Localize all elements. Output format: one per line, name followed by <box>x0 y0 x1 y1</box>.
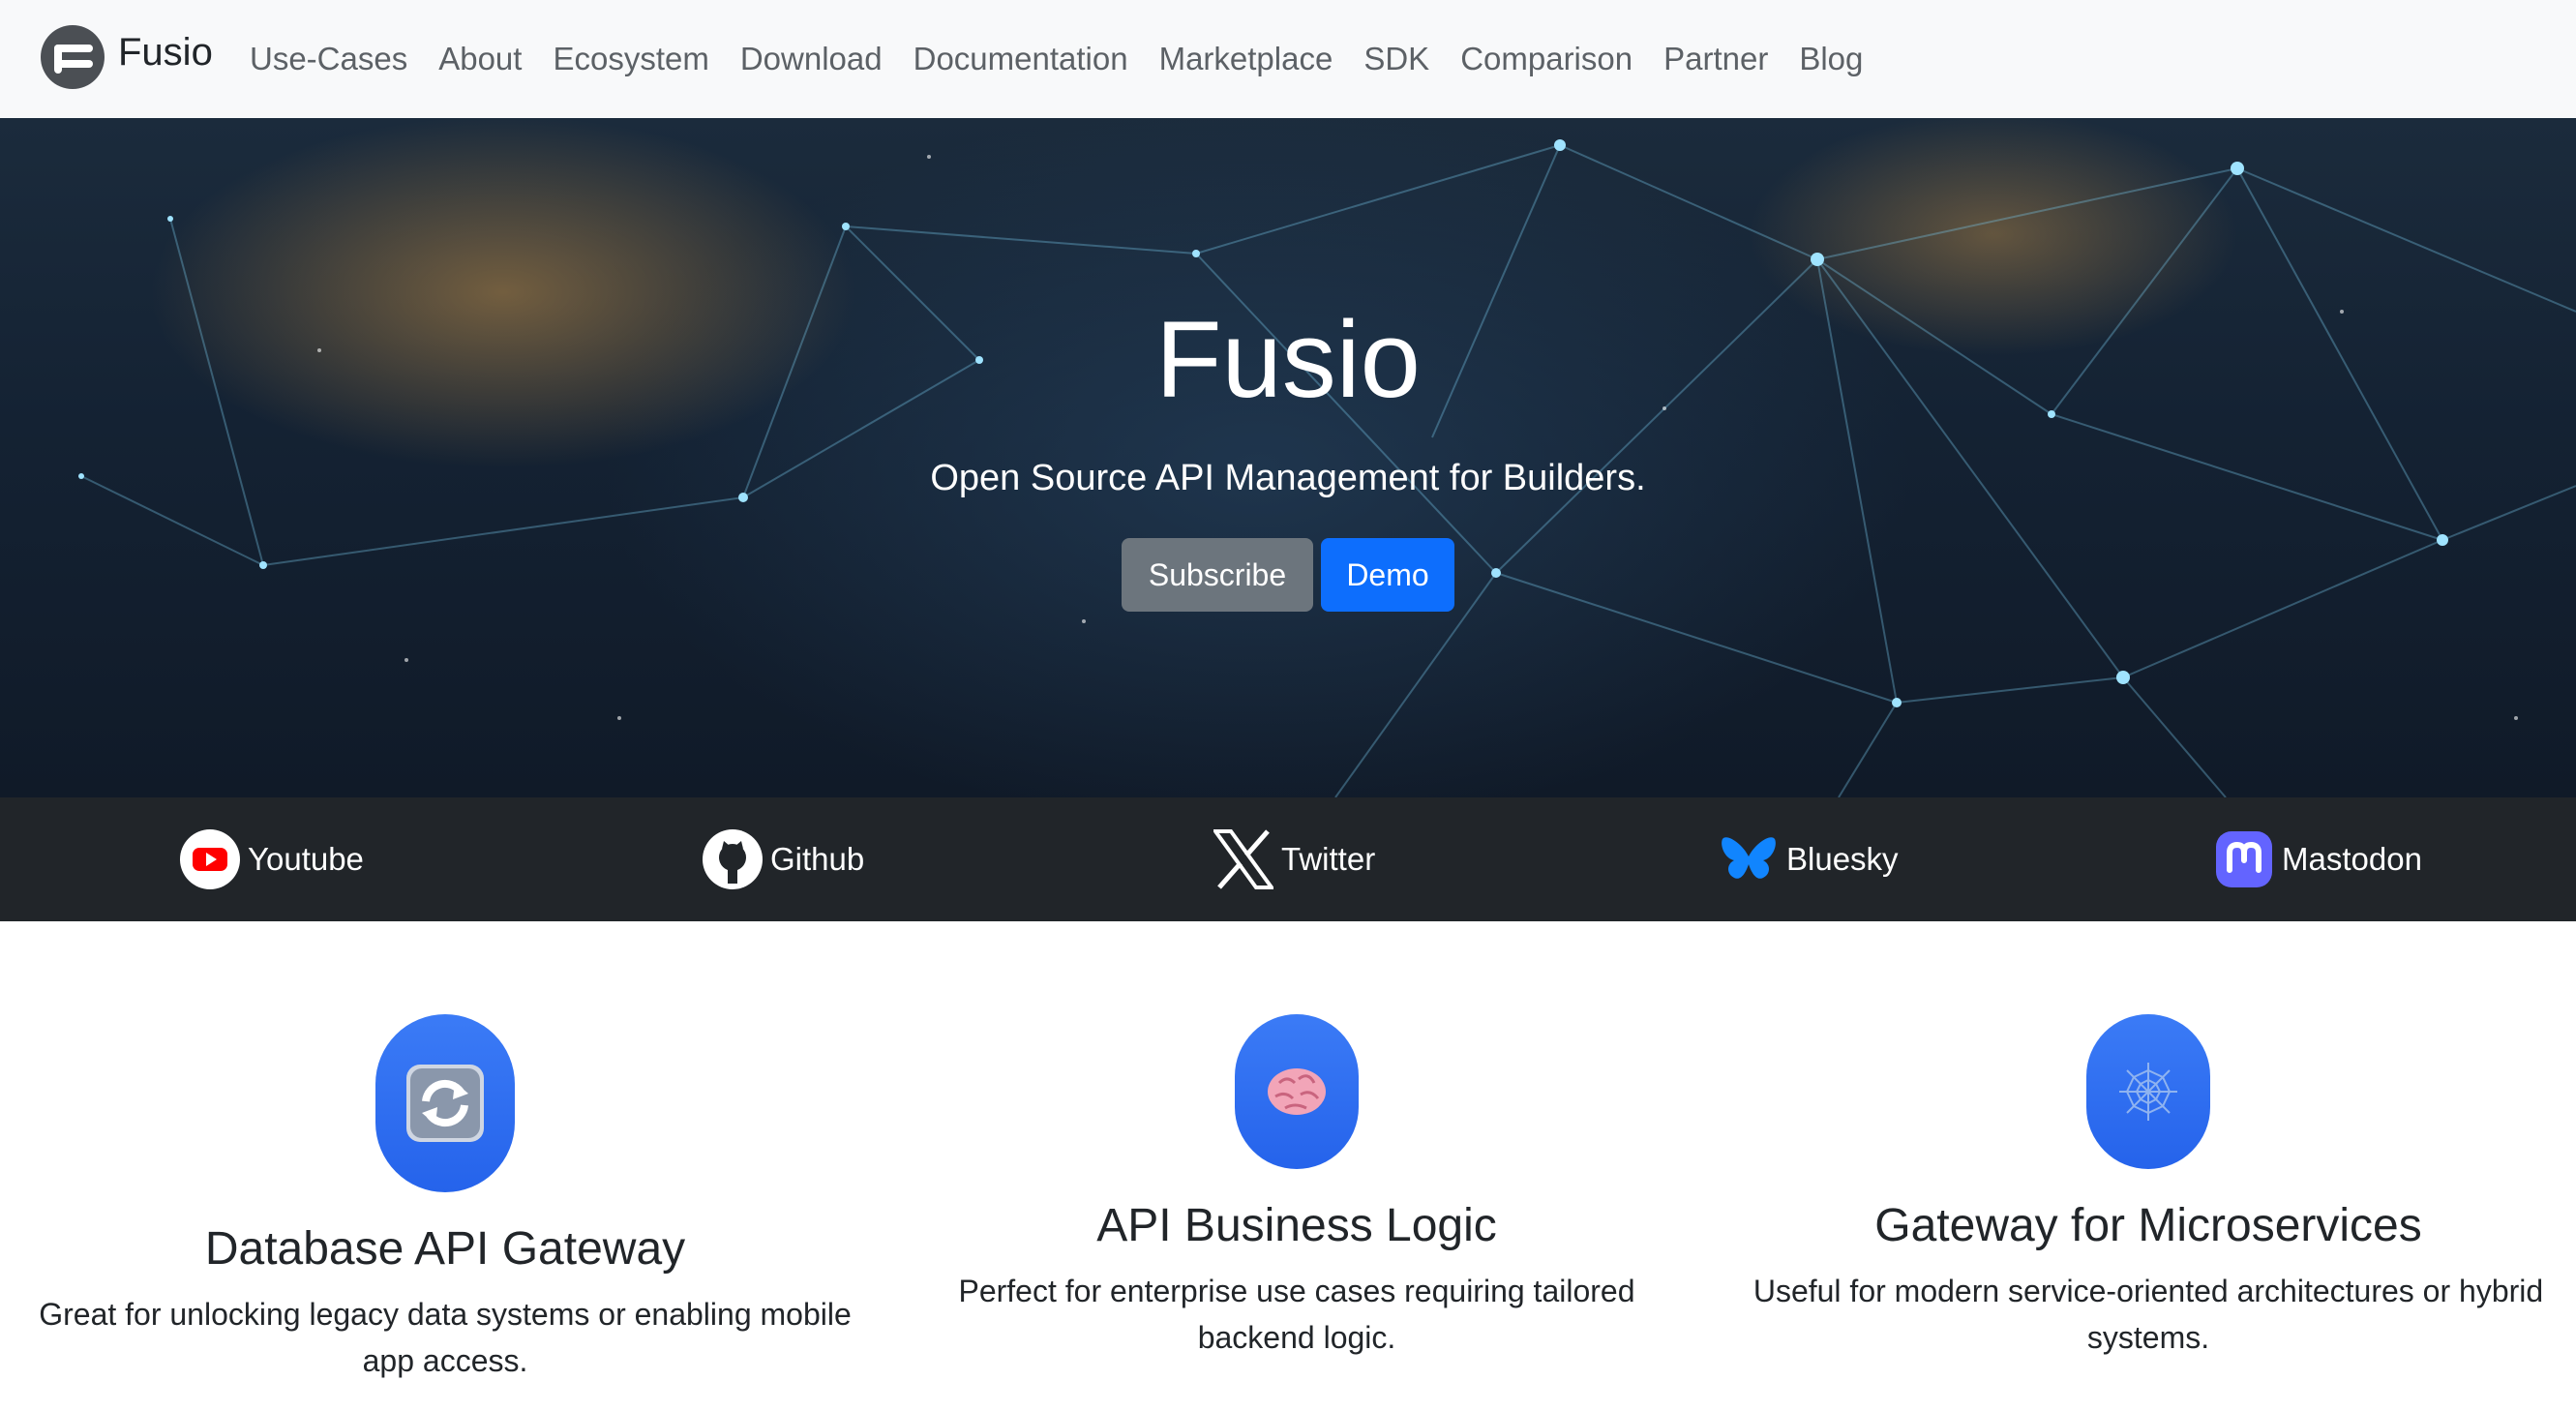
nav-link-ecosystem[interactable]: Ecosystem <box>537 41 724 77</box>
nav-link-sdk[interactable]: SDK <box>1348 41 1445 77</box>
github-icon <box>703 829 763 889</box>
nav-link-partner[interactable]: Partner <box>1648 41 1783 77</box>
nav-link-blog[interactable]: Blog <box>1783 41 1878 77</box>
hero-subtitle: Open Source API Management for Builders. <box>930 458 1646 498</box>
bluesky-butterfly-icon <box>1719 829 1779 889</box>
mastodon-icon <box>2214 829 2274 889</box>
nav-link-use-cases[interactable]: Use-Cases <box>234 41 423 77</box>
social-link-github[interactable]: Github <box>703 797 864 921</box>
social-label-github: Github <box>770 841 865 877</box>
feature-card: API Business Logic Perfect for enterpris… <box>929 1014 1664 1361</box>
feature-card: Database API Gateway Great for unlocking… <box>39 1014 852 1384</box>
feature-title: API Business Logic <box>1096 1200 1497 1251</box>
nav-link-documentation[interactable]: Documentation <box>898 41 1144 77</box>
feature-description: Useful for modern service-oriented archi… <box>1752 1273 2544 1355</box>
social-label-twitter: Twitter <box>1281 841 1376 877</box>
nav-links: Use-Cases About Ecosystem Download Docum… <box>234 0 1878 118</box>
hero-title: Fusio <box>1155 299 1421 420</box>
social-link-mastodon[interactable]: Mastodon <box>2214 797 2422 921</box>
feature-card: Gateway for Microservices Useful for mod… <box>1742 1014 2555 1361</box>
feature-description: Perfect for enterprise use cases requiri… <box>958 1273 1635 1355</box>
sync-arrows-icon <box>375 1014 515 1192</box>
nav-link-comparison[interactable]: Comparison <box>1445 41 1648 77</box>
brand-link[interactable]: Fusio <box>41 25 213 89</box>
hero-section: Fusio Open Source API Management for Bui… <box>0 118 2576 797</box>
social-link-youtube[interactable]: Youtube <box>180 797 364 921</box>
nav-link-download[interactable]: Download <box>725 41 898 77</box>
nav-link-about[interactable]: About <box>423 41 537 77</box>
brand-name: Fusio <box>118 30 213 74</box>
top-navbar: Fusio Use-Cases About Ecosystem Download… <box>0 0 2576 118</box>
hero-buttons: Subscribe Demo <box>0 538 2576 612</box>
social-link-twitter[interactable]: Twitter <box>1213 797 1375 921</box>
x-twitter-icon <box>1213 829 1273 889</box>
social-label-bluesky: Bluesky <box>1786 841 1899 877</box>
social-label-mastodon: Mastodon <box>2282 841 2422 877</box>
feature-description: Great for unlocking legacy data systems … <box>39 1296 852 1378</box>
nav-link-marketplace[interactable]: Marketplace <box>1144 41 1349 77</box>
fusio-logo-icon <box>41 25 105 89</box>
brain-icon <box>1235 1014 1359 1169</box>
social-link-bluesky[interactable]: Bluesky <box>1719 797 1899 921</box>
feature-title: Gateway for Microservices <box>1874 1200 2422 1251</box>
social-label-youtube: Youtube <box>248 841 364 877</box>
demo-button[interactable]: Demo <box>1321 538 1454 612</box>
feature-title: Database API Gateway <box>204 1223 686 1275</box>
social-bar: Youtube Github Twitter Bluesky Mastodon <box>0 797 2576 921</box>
spider-web-icon <box>2086 1014 2210 1169</box>
youtube-icon <box>180 829 240 889</box>
subscribe-button[interactable]: Subscribe <box>1122 538 1313 612</box>
